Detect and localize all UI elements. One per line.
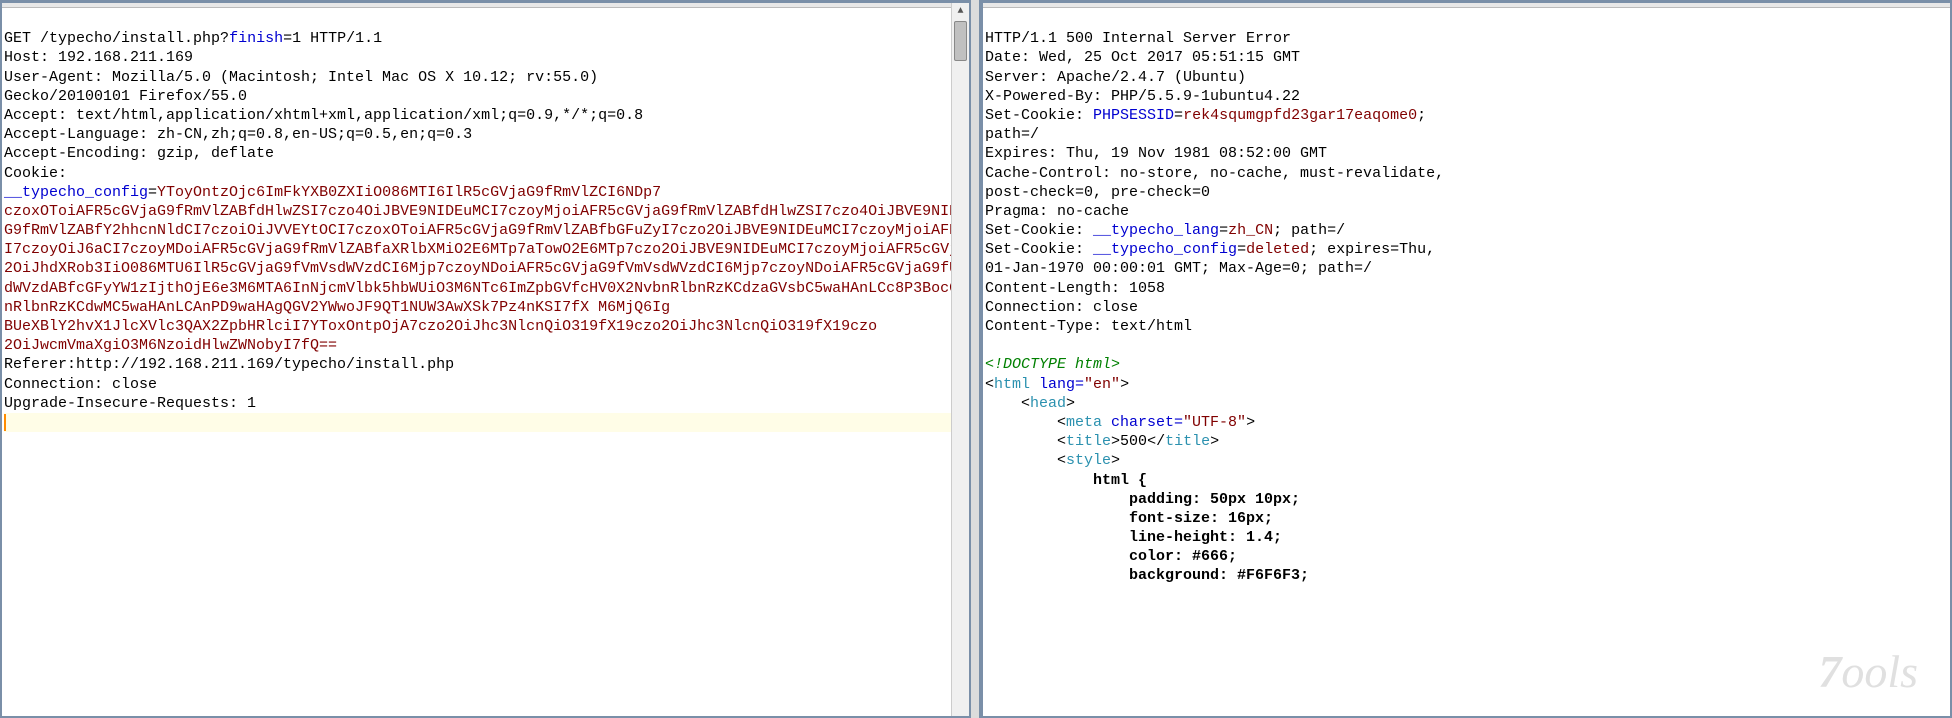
meta-tag: meta bbox=[1066, 414, 1102, 431]
response-pane: HTTP/1.1 500 Internal Server Error Date:… bbox=[981, 0, 1952, 718]
setcookie1-name: PHPSESSID bbox=[1093, 107, 1174, 124]
header-expires: Expires: Thu, 19 Nov 1981 08:52:00 GMT bbox=[985, 145, 1327, 162]
setcookie3-value: deleted bbox=[1246, 241, 1309, 258]
css-rule-2: padding: 50px 10px; bbox=[985, 491, 1300, 508]
request-editor[interactable]: GET /typecho/install.php?finish=1 HTTP/1… bbox=[2, 8, 969, 473]
header-host: Host: 192.168.211.169 bbox=[4, 49, 193, 66]
html-tag: html bbox=[994, 376, 1030, 393]
setcookie1-value: rek4squmgpfd23gar17eaqome0 bbox=[1183, 107, 1417, 124]
header-content-type: Content-Type: text/html bbox=[985, 318, 1192, 335]
header-x-powered-by: X-Powered-By: PHP/5.5.9-1ubuntu4.22 bbox=[985, 88, 1300, 105]
setcookie1-label: Set-Cookie: bbox=[985, 107, 1093, 124]
css-rule-3: font-size: 16px; bbox=[985, 510, 1273, 527]
charset-value: "UTF-8" bbox=[1183, 414, 1246, 431]
html-doctype: <!DOCTYPE html> bbox=[985, 356, 1120, 373]
http-method: GET bbox=[4, 30, 31, 47]
header-upgrade: Upgrade-Insecure-Requests: 1 bbox=[4, 395, 256, 412]
text-cursor bbox=[4, 414, 6, 431]
setcookie3-label: Set-Cookie: bbox=[985, 241, 1093, 258]
setcookie2-name: __typecho_lang bbox=[1093, 222, 1219, 239]
title-text: 500 bbox=[1120, 433, 1147, 450]
request-pane: GET /typecho/install.php?finish=1 HTTP/1… bbox=[0, 0, 969, 718]
style-tag: style bbox=[1066, 452, 1111, 469]
cookie-value-9: 2OiJwcmVmaXgiO3M6NzoidHlwZWNobyI7fQ== bbox=[4, 337, 337, 354]
header-connection: Connection: close bbox=[985, 299, 1138, 316]
css-rule-4: line-height: 1.4; bbox=[985, 529, 1282, 546]
css-rule-1: html { bbox=[985, 472, 1147, 489]
css-rule-5: color: #666; bbox=[985, 548, 1237, 565]
setcookie3-params: 01-Jan-1970 00:00:01 GMT; Max-Age=0; pat… bbox=[985, 260, 1372, 277]
cookie-name: __typecho_config bbox=[4, 184, 148, 201]
title-tag-open: title bbox=[1066, 433, 1111, 450]
cookie-value-2: czoxOToiAFR5cGVjaG9fRmVlZABfdHlwZSI7czo4… bbox=[4, 203, 969, 220]
cookie-value-8: BUeXBlY2hvX1JlcXVlc3QAX2ZpbHRlciI7YToxOn… bbox=[4, 318, 877, 335]
watermark-logo: 7ools bbox=[1818, 643, 1918, 702]
css-rule-6: background: #F6F6F3; bbox=[985, 567, 1309, 584]
request-path: /typecho/install.php? bbox=[40, 30, 229, 47]
header-accept-language: Accept-Language: zh-CN,zh;q=0.8,en-US;q=… bbox=[4, 126, 472, 143]
scrollbar-thumb[interactable] bbox=[954, 21, 967, 61]
request-scrollbar[interactable]: ▲ bbox=[951, 3, 969, 716]
pane-separator[interactable] bbox=[969, 0, 981, 718]
http-version: HTTP/1.1 bbox=[301, 30, 382, 47]
response-editor[interactable]: HTTP/1.1 500 Internal Server Error Date:… bbox=[983, 8, 1950, 607]
cookie-value-5: 2OiJhdXRob3IiO086MTU6IlR5cGVjaG9fVmVsdWV… bbox=[4, 260, 969, 277]
lang-attr: lang= bbox=[1030, 376, 1084, 393]
scrollbar-up-icon[interactable]: ▲ bbox=[952, 3, 969, 21]
cookie-value-6: dWVzdABfcGFyYW1zIjthOjE6e3M6MTA6InNjcmVl… bbox=[4, 280, 969, 297]
header-cookie-label: Cookie: bbox=[4, 165, 67, 182]
cookie-value-7: nRlbnRzKCdwMC5waHAnLCAnPD9waHAgQGV2YWwoJ… bbox=[4, 299, 670, 316]
response-status: HTTP/1.1 500 Internal Server Error bbox=[985, 30, 1291, 47]
header-accept-encoding: Accept-Encoding: gzip, deflate bbox=[4, 145, 274, 162]
param-value: =1 bbox=[283, 30, 301, 47]
setcookie2-label: Set-Cookie: bbox=[985, 222, 1093, 239]
header-referer: Referer:http://192.168.211.169/typecho/i… bbox=[4, 356, 454, 373]
header-connection: Connection: close bbox=[4, 376, 157, 393]
header-cache-control-2: post-check=0, pre-check=0 bbox=[985, 184, 1210, 201]
header-cache-control-1: Cache-Control: no-store, no-cache, must-… bbox=[985, 165, 1444, 182]
header-accept: Accept: text/html,application/xhtml+xml,… bbox=[4, 107, 643, 124]
setcookie3-name: __typecho_config bbox=[1093, 241, 1237, 258]
header-content-length: Content-Length: 1058 bbox=[985, 280, 1165, 297]
head-tag: head bbox=[1030, 395, 1066, 412]
header-server: Server: Apache/2.4.7 (Ubuntu) bbox=[985, 69, 1246, 86]
charset-attr: charset= bbox=[1102, 414, 1183, 431]
cookie-value-1: YToyOntzOjc6ImFkYXB0ZXIiO086MTI6IlR5cGVj… bbox=[157, 184, 661, 201]
param-name: finish bbox=[229, 30, 283, 47]
cookie-eq: = bbox=[148, 184, 157, 201]
header-user-agent-1: User-Agent: Mozilla/5.0 (Macintosh; Inte… bbox=[4, 69, 598, 86]
header-pragma: Pragma: no-cache bbox=[985, 203, 1129, 220]
cookie-value-4: I7czoyOiJ6aCI7czoyMDoiAFR5cGVjaG9fRmVlZA… bbox=[4, 241, 967, 258]
header-date: Date: Wed, 25 Oct 2017 05:51:15 GMT bbox=[985, 49, 1300, 66]
cookie-value-3: G9fRmVlZABfY2hhcnNldCI7czoiOiJVVEYtOCI7c… bbox=[4, 222, 969, 239]
cursor-line bbox=[4, 413, 967, 432]
setcookie2-value: zh_CN bbox=[1228, 222, 1273, 239]
header-user-agent-2: Gecko/20100101 Firefox/55.0 bbox=[4, 88, 247, 105]
title-tag-close: title bbox=[1165, 433, 1210, 450]
lang-value: "en" bbox=[1084, 376, 1120, 393]
setcookie1-path: path=/ bbox=[985, 126, 1039, 143]
